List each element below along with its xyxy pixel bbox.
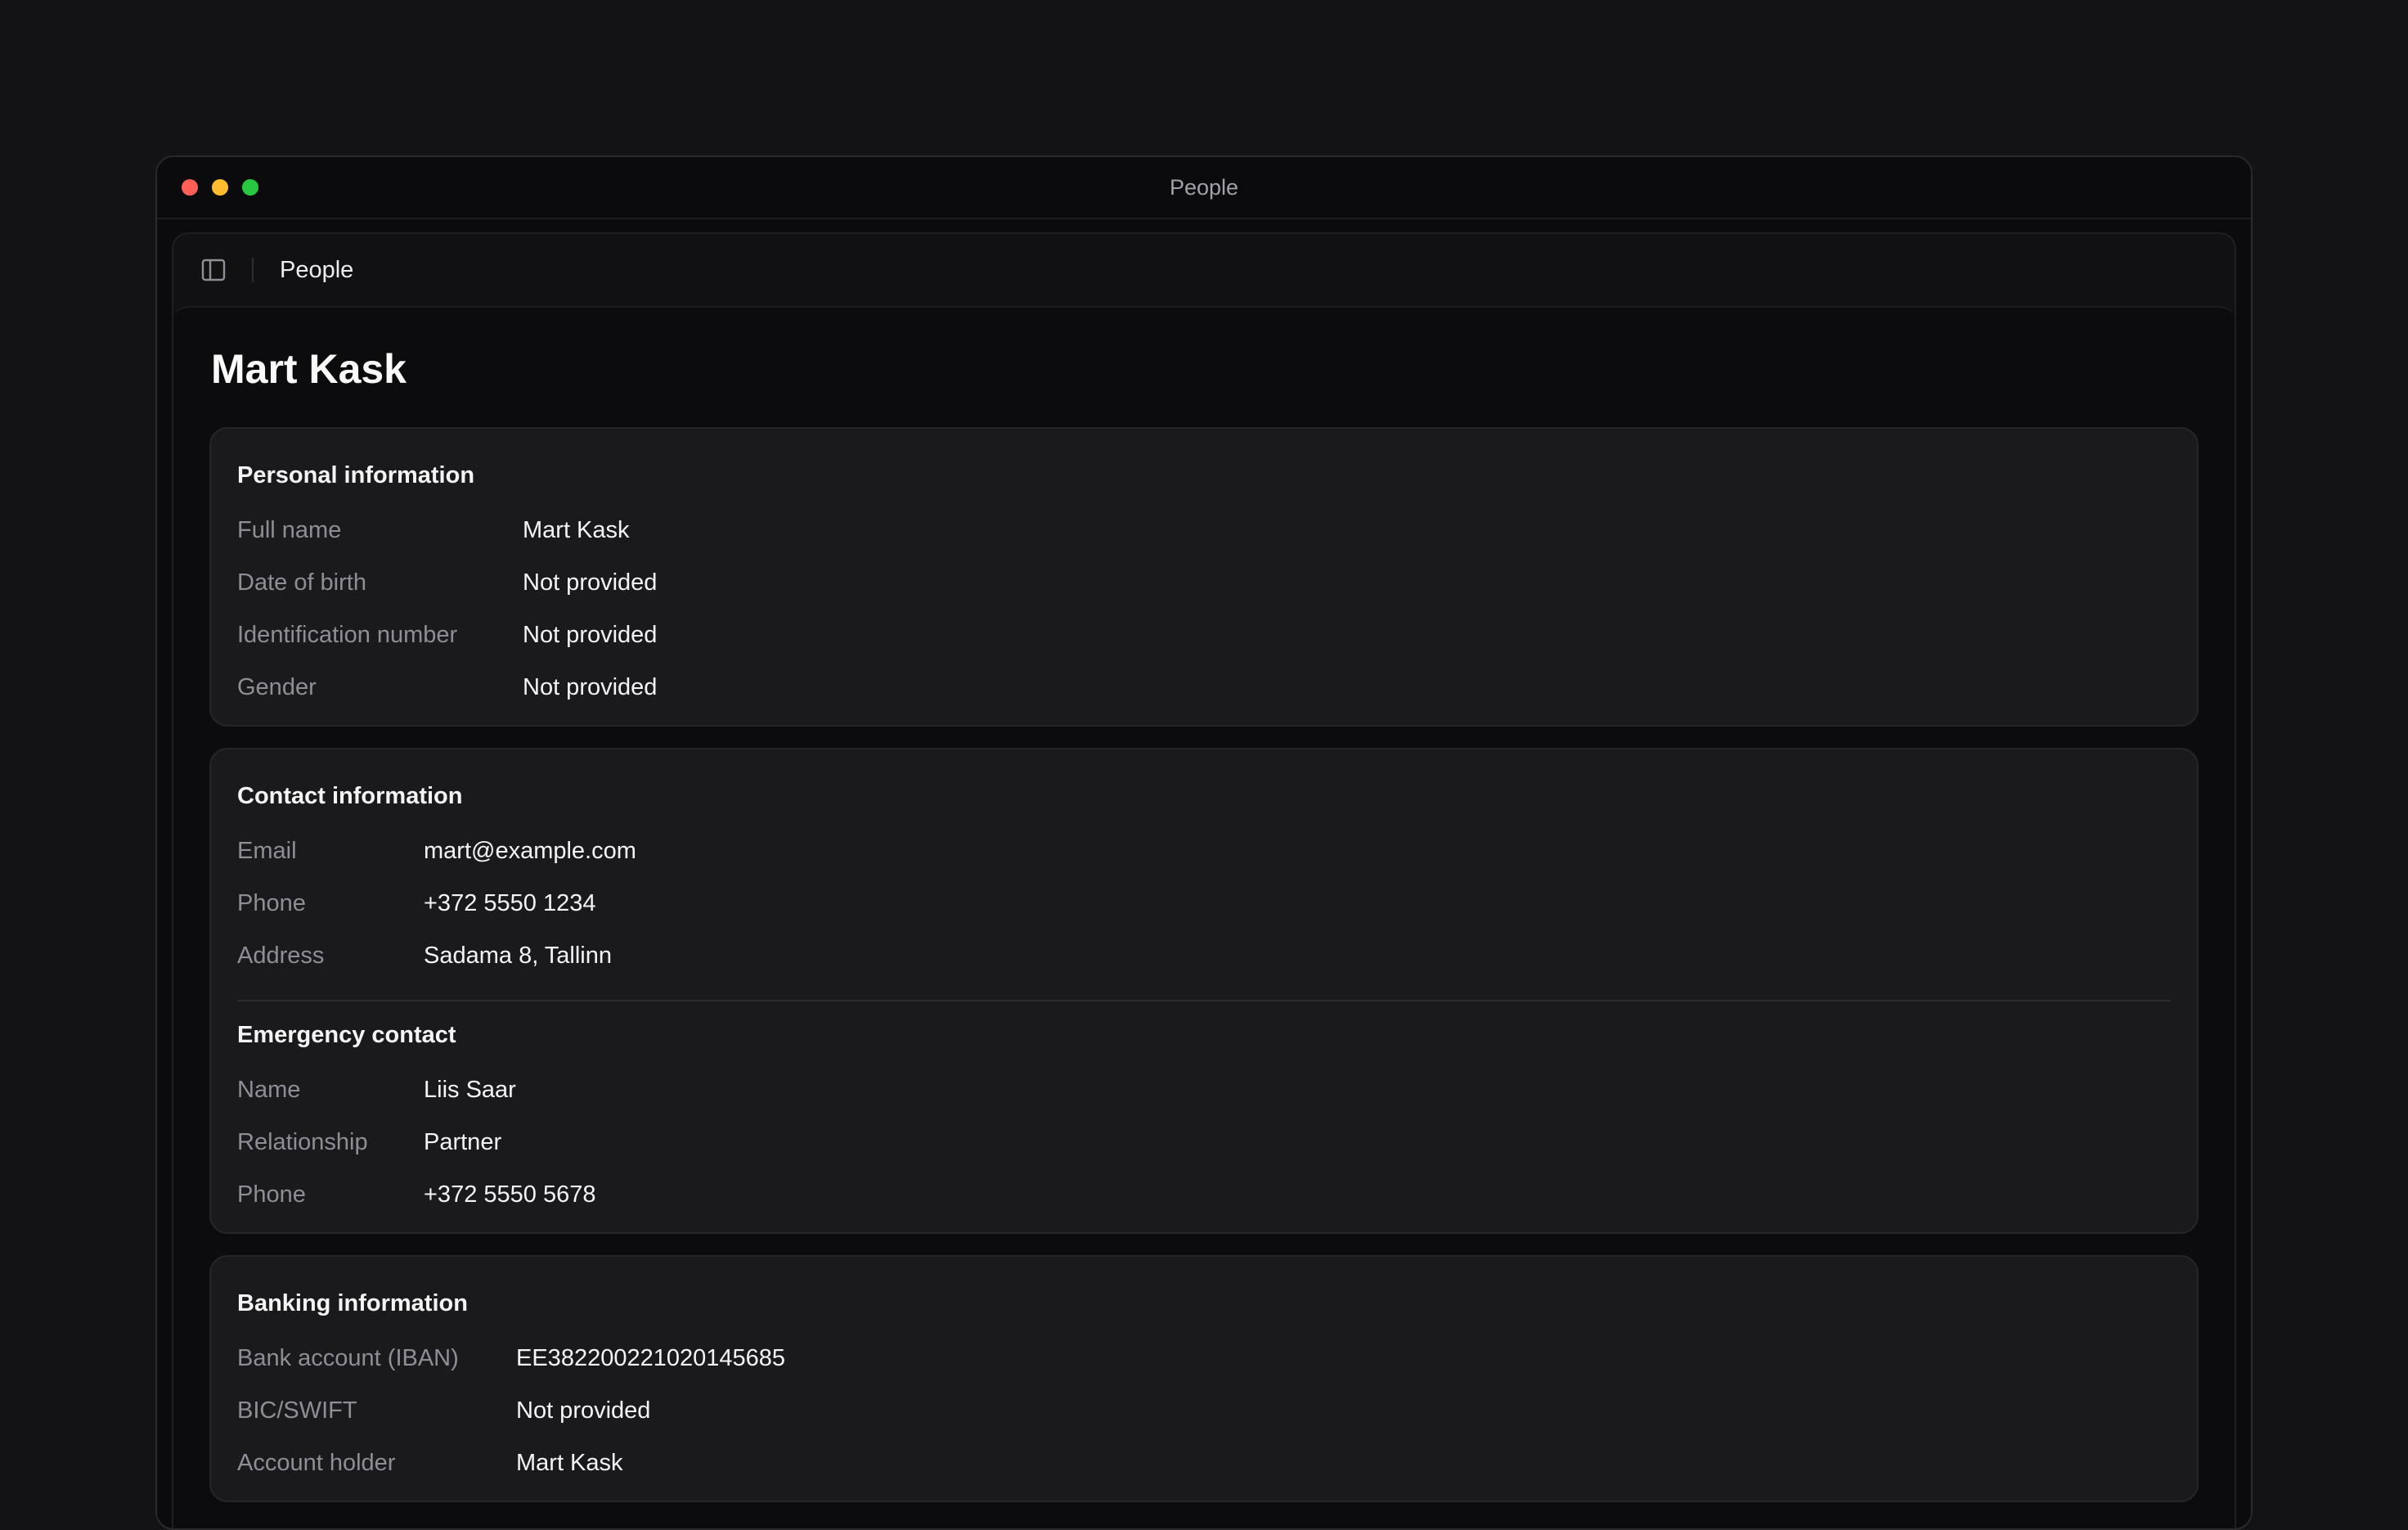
field-row-phone: Phone +372 5550 1234 bbox=[237, 877, 2171, 929]
field-label: Phone bbox=[237, 1181, 306, 1208]
field-row-account-holder: Account holder Mart Kask bbox=[237, 1437, 2171, 1489]
top-bar: People bbox=[173, 234, 2235, 306]
field-value: EE382200221020145685 bbox=[516, 1344, 785, 1371]
card-title: Contact information bbox=[237, 783, 463, 809]
field-row-bic-swift: BIC/SWIFT Not provided bbox=[237, 1384, 2171, 1437]
close-window-button[interactable] bbox=[182, 179, 198, 196]
field-value: Liis Saar bbox=[424, 1076, 516, 1103]
field-value: Not provided bbox=[523, 569, 658, 596]
window-title: People bbox=[1169, 174, 1239, 200]
field-value: Mart Kask bbox=[523, 516, 630, 543]
page-title: Mart Kask bbox=[211, 346, 407, 392]
app-window: People People Mart Kask Personal informa… bbox=[155, 155, 2253, 1530]
field-value: Not provided bbox=[523, 673, 658, 700]
field-row-date-of-birth: Date of birth Not provided bbox=[237, 556, 2171, 609]
maximize-window-button[interactable] bbox=[242, 179, 258, 196]
field-value: Partner bbox=[424, 1128, 502, 1155]
field-row-identification-number: Identification number Not provided bbox=[237, 609, 2171, 661]
breadcrumb[interactable]: People bbox=[280, 257, 353, 284]
field-label: BIC/SWIFT bbox=[237, 1397, 357, 1424]
field-label: Relationship bbox=[237, 1128, 368, 1155]
field-label: Phone bbox=[237, 889, 306, 916]
field-value: Mart Kask bbox=[516, 1449, 623, 1476]
traffic-lights bbox=[182, 179, 258, 196]
card-title: Personal information bbox=[237, 462, 475, 488]
field-row-gender: Gender Not provided bbox=[237, 661, 2171, 713]
field-label: Name bbox=[237, 1076, 301, 1103]
main-content: Mart Kask Personal information Full name… bbox=[173, 306, 2235, 1528]
minimize-window-button[interactable] bbox=[212, 179, 228, 196]
field-value: Sadama 8, Tallinn bbox=[424, 942, 613, 969]
contact-information-card: Contact information Email mart@example.c… bbox=[209, 748, 2199, 1234]
field-row-emergency-name: Name Liis Saar bbox=[237, 1064, 2171, 1116]
card-title: Banking information bbox=[237, 1290, 468, 1316]
field-value: Not provided bbox=[523, 621, 658, 648]
field-label: Account holder bbox=[237, 1449, 396, 1476]
section-divider bbox=[237, 1000, 2171, 1001]
breadcrumb-divider bbox=[252, 258, 254, 282]
field-label: Date of birth bbox=[237, 569, 366, 596]
banking-information-card: Banking information Bank account (IBAN) … bbox=[209, 1255, 2199, 1502]
field-row-email: Email mart@example.com bbox=[237, 825, 2171, 877]
field-row-emergency-phone: Phone +372 5550 5678 bbox=[237, 1168, 2171, 1221]
app-frame: People Mart Kask Personal information Fu… bbox=[172, 232, 2236, 1528]
field-label: Address bbox=[237, 942, 325, 969]
field-row-full-name: Full name Mart Kask bbox=[237, 504, 2171, 556]
field-label: Full name bbox=[237, 516, 342, 543]
field-row-address: Address Sadama 8, Tallinn bbox=[237, 929, 2171, 982]
field-value: +372 5550 1234 bbox=[424, 889, 596, 916]
field-value: Not provided bbox=[516, 1397, 651, 1424]
field-label: Bank account (IBAN) bbox=[237, 1344, 459, 1371]
emergency-contact-title: Emergency contact bbox=[237, 1022, 456, 1048]
field-label: Gender bbox=[237, 673, 317, 700]
field-value: +372 5550 5678 bbox=[424, 1181, 596, 1208]
title-bar: People bbox=[157, 157, 2251, 219]
sidebar-toggle-icon bbox=[201, 259, 226, 281]
field-value: mart@example.com bbox=[424, 837, 636, 864]
field-row-iban: Bank account (IBAN) EE382200221020145685 bbox=[237, 1332, 2171, 1384]
personal-information-card: Personal information Full name Mart Kask… bbox=[209, 427, 2199, 727]
field-row-emergency-relationship: Relationship Partner bbox=[237, 1116, 2171, 1168]
sidebar-toggle-button[interactable] bbox=[201, 258, 226, 282]
field-label: Identification number bbox=[237, 621, 458, 648]
field-label: Email bbox=[237, 837, 297, 864]
